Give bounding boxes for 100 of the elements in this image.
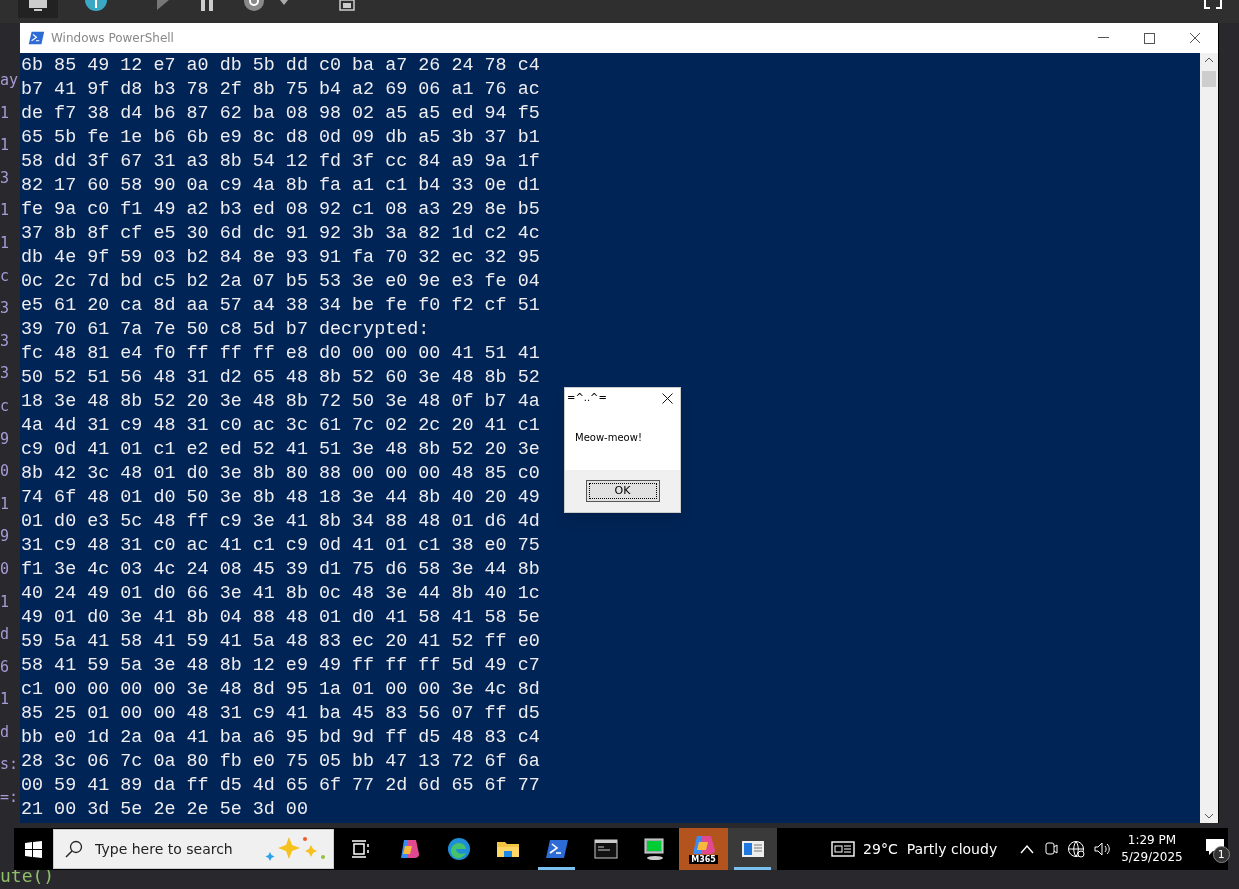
console-line: fe 9a c0 f1 49 a2 b3 ed 08 92 c1 08 a3 29 8e b5 xyxy=(21,198,540,222)
console-line: 85 25 01 00 00 48 31 c9 41 ba 45 83 56 07 ff d5 xyxy=(21,702,540,726)
search-field[interactable]: Type here to search xyxy=(95,838,266,860)
camera-icon[interactable] xyxy=(1043,840,1060,858)
console-line: bb e0 1d 2a 0a 41 ba a6 95 bd 9d ff d5 48 83 c4 xyxy=(21,726,540,750)
console-line: 58 41 59 5a 3e 48 8b 12 e9 49 ff ff ff 5d 49 c7 xyxy=(21,654,540,678)
taskbar-app[interactable]: M365 xyxy=(679,828,729,870)
window-title: Windows PowerShell xyxy=(51,30,174,47)
scroll-thumb[interactable] xyxy=(1202,71,1216,87)
code-fragment: d xyxy=(0,721,11,743)
m365-icon xyxy=(690,834,717,855)
code-fragment: 9 xyxy=(0,428,11,450)
minimize-icon xyxy=(1097,37,1109,39)
code-fragment: 9 xyxy=(0,526,11,548)
code-fragment: 0 xyxy=(0,461,11,483)
code-fragment: 3 xyxy=(0,298,11,320)
code-fragment: ute() xyxy=(0,866,55,886)
console-line: 59 5a 41 58 41 59 41 5a 48 83 ec 20 41 52 ff e0 xyxy=(21,630,540,654)
weather-widget[interactable]: 29°C Partly cloudy xyxy=(831,838,998,860)
app-label: M365 xyxy=(689,854,718,864)
pause-icon[interactable] xyxy=(198,0,216,12)
console-line: 18 3e 48 8b 52 20 3e 48 8b 72 50 3e 48 0f b7 4a xyxy=(21,390,540,414)
console-line: 4a 4d 31 c9 48 31 c0 ac 3c 61 7c 02 2c 20 41 c1 xyxy=(21,414,540,438)
search-icon xyxy=(65,840,84,858)
task-view-icon xyxy=(350,840,371,858)
console-line: 37 8b 8f cf e5 30 6d dc 91 92 3b 3a 82 1d c2 4c xyxy=(21,222,540,246)
code-fragment: 1 xyxy=(0,493,11,515)
code-fragment: 3 xyxy=(0,363,11,385)
console-line: c1 00 00 00 00 3e 48 8d 95 1a 01 00 00 3e 4c 8d xyxy=(21,678,540,702)
close-icon[interactable] xyxy=(662,393,673,404)
code-fragment: 6 xyxy=(0,656,11,678)
dialog-title: =^..^= xyxy=(567,392,607,404)
console-line: 39 70 61 7a 7e 50 c8 5d b7 decrypted: xyxy=(21,318,430,342)
console-line: e5 61 20 ca 8d aa 57 a4 38 34 be fe f0 f2 cf 51 xyxy=(21,294,540,318)
console-line: 58 dd 3f 67 31 a3 8b 54 12 fd 3f cc 84 a9 9a 1f xyxy=(21,150,540,174)
console-line: b7 41 9f d8 b3 78 2f 8b 75 b4 a2 69 06 a1 76 ac xyxy=(21,78,540,102)
powershell-icon xyxy=(544,839,569,859)
fullscreen-icon[interactable] xyxy=(1203,0,1223,10)
console-line: fc 48 81 e4 f0 ff ff ff e8 d0 00 00 00 41 51 41 xyxy=(21,342,540,366)
console-line: 65 5b fe 1e b6 6b e9 8c d8 0d 09 db a5 3b 37 b1 xyxy=(21,126,540,150)
code-fragment: s: xyxy=(0,754,20,776)
windows-logo-icon xyxy=(25,840,43,858)
terminal-icon xyxy=(593,839,618,859)
console-line: 28 3c 06 7c 0a 80 fb e0 75 05 bb 47 13 72 6f 6a xyxy=(21,750,540,774)
code-fragment: 3 xyxy=(0,167,11,189)
clock[interactable]: 1:29 PM 5/29/2025 xyxy=(1121,832,1183,866)
code-fragment: 3 xyxy=(0,330,11,352)
folder-icon xyxy=(495,839,520,859)
clock-date: 5/29/2025 xyxy=(1121,849,1183,866)
clock-time: 1:29 PM xyxy=(1127,832,1177,849)
notification-count: 1 xyxy=(1212,846,1230,863)
console-line: de f7 38 d4 b6 87 62 ba 08 98 02 a5 a5 ed 94 f5 xyxy=(21,102,540,126)
code-fragment: 0 xyxy=(0,558,11,580)
code-fragment: 1 xyxy=(0,135,11,157)
scrollbar[interactable] xyxy=(1200,53,1218,823)
dialog-message: Meow-meow! xyxy=(574,432,643,444)
app-window-icon xyxy=(740,840,765,858)
info-icon[interactable] xyxy=(84,0,108,12)
record-icon[interactable] xyxy=(242,0,266,14)
chevron-up-icon[interactable] xyxy=(1019,843,1036,855)
console-line: 74 6f 48 01 d0 50 3e 8b 48 18 3e 44 8b 40 20 49 xyxy=(21,486,540,510)
console-line: c9 0d 41 01 c1 e2 ed 52 41 51 3e 48 8b 52 20 3e xyxy=(21,438,540,462)
console-line: 00 59 41 89 da ff d5 4d 65 6f 77 2d 6d 65 6f 77 xyxy=(21,774,540,798)
maximize-icon xyxy=(1143,32,1155,44)
edge-icon xyxy=(446,837,471,861)
console-line: 6b 85 49 12 e7 a0 db 5b dd c0 ba a7 26 24 78 c4 xyxy=(21,54,540,78)
weather-temperature: 29°C xyxy=(863,839,898,859)
search-box[interactable]: Type here to search xyxy=(53,829,335,869)
code-fragment: c xyxy=(0,265,11,287)
code-fragment: c xyxy=(0,395,11,417)
code-fragment: d xyxy=(0,624,11,646)
code-fragment: =: xyxy=(0,787,20,809)
code-fragment: 1 xyxy=(0,689,11,711)
code-fragment: 1 xyxy=(0,102,11,124)
console-line: 0c 2c 7d bd c5 b2 2a 07 b5 53 3e e0 9e e3 fe 04 xyxy=(21,270,540,294)
news-icon xyxy=(831,840,856,858)
code-fragment: 1 xyxy=(0,232,11,254)
console-line: 8b 42 3c 48 01 d0 3e 8b 80 88 00 00 00 48 85 c0 xyxy=(21,462,540,486)
console-line: 21 00 3d 5e 2e 2e 5e 3d 00 xyxy=(21,798,308,822)
sparkles-icon xyxy=(265,835,328,863)
code-fragment: 1 xyxy=(0,200,11,222)
weather-condition: Partly cloudy xyxy=(906,839,998,859)
ok-button[interactable]: OK xyxy=(585,480,660,502)
speaker-icon[interactable] xyxy=(1093,840,1112,858)
powershell-icon xyxy=(28,31,45,45)
code-fragment: 1 xyxy=(0,591,11,613)
console-line: 01 d0 e3 5c 48 ff c9 3e 41 8b 34 88 48 01 d6 4d xyxy=(21,510,540,534)
console-line: db 4e 9f 59 03 b2 84 8e 93 91 fa 70 32 ec 32 95 xyxy=(21,246,540,270)
console-line: f1 3e 4c 03 4c 24 08 45 39 d1 75 d6 58 3e 44 8b xyxy=(21,558,540,582)
taskbar-app[interactable] xyxy=(728,828,778,870)
console-line: 50 52 51 56 48 31 d2 65 48 8b 52 60 3e 48 8b 52 xyxy=(21,366,540,390)
close-icon xyxy=(1189,32,1201,44)
monitor-icon[interactable] xyxy=(27,0,49,12)
console-line: 82 17 60 58 90 0a c9 4a 8b fa a1 c1 b4 33 0e d1 xyxy=(21,174,540,198)
globe-icon[interactable] xyxy=(1067,840,1086,858)
console-line: 40 24 49 01 d0 66 3e 41 8b 0c 48 3e 44 8b 40 1c xyxy=(21,582,540,606)
console-line: 31 c9 48 31 c0 ac 41 c1 c9 0d 41 01 c1 38 e0 75 xyxy=(21,534,540,558)
code-fragment: ay xyxy=(0,70,20,91)
screen-icon[interactable] xyxy=(336,0,358,14)
console-line: 49 01 d0 3e 41 8b 04 88 48 01 d0 41 58 41 58 5e xyxy=(21,606,540,630)
